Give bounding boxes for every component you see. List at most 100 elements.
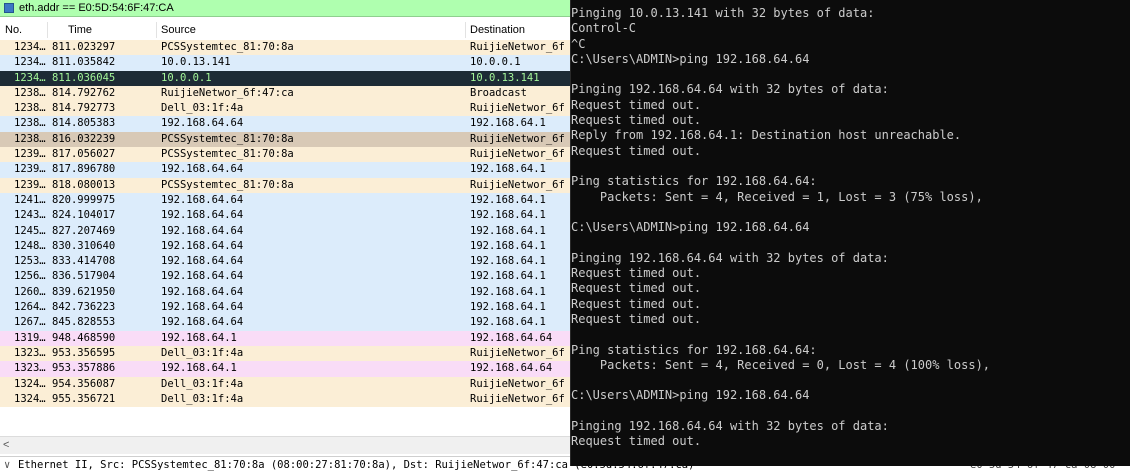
packet-no: 1238… xyxy=(14,102,46,115)
packet-no: 1324… xyxy=(14,392,46,405)
packet-row[interactable]: 1248… 830.310640 192.168.64.64 192.168.64.1 xyxy=(0,238,570,255)
packet-row[interactable]: 1238… 816.032239 PCSSystemtec_81:70:8a Ruij… xyxy=(0,131,570,148)
packet-no: 1323… xyxy=(14,346,46,359)
packet-time: 814.792773 xyxy=(52,102,116,115)
packet-row[interactable]: 1234… 811.023297 PCSSystemtec_81:70:8a Ruij… xyxy=(0,40,570,56)
packet-row[interactable]: 1234… 811.035842 10.0.13.141 10.0.0.1 xyxy=(0,55,570,71)
packet-row[interactable]: 1245… 827.207469 192.168.64.64 192.168.64.1 xyxy=(0,223,570,239)
packet-row[interactable]: 1324… 955.356721 Dell_03:1f:4a RuijieNetwor… xyxy=(0,391,570,408)
packet-destination: 192.168.64.1 xyxy=(470,255,546,268)
packet-row[interactable]: 1253… 833.414708 192.168.64.64 192.168.64.1 xyxy=(0,254,570,270)
packet-destination: 192.168.64.1 xyxy=(470,316,546,329)
packet-row[interactable]: 1239… 817.896780 192.168.64.64 192.168.64.1 xyxy=(0,162,570,178)
packet-no: 1324… xyxy=(14,377,46,390)
packet-no: 1239… xyxy=(14,148,46,161)
packet-row[interactable]: 1324… 954.356087 Dell_03:1f:4a RuijieNetwor… xyxy=(0,376,570,392)
console-line: Control-C xyxy=(571,21,637,36)
packet-time: 814.792762 xyxy=(52,86,116,99)
packet-source: 192.168.64.1 xyxy=(161,362,237,375)
console-line: Request timed out. xyxy=(571,143,702,158)
packet-source: Dell_03:1f:4a xyxy=(161,377,244,390)
packet-time: 814.805383 xyxy=(52,117,116,130)
display-filter-input[interactable]: eth.addr == E0:5D:54:6F:47:CA xyxy=(19,2,174,14)
packet-row[interactable]: 1243… 824.104017 192.168.64.64 192.168.64.1 xyxy=(0,208,570,224)
packet-source: 192.168.64.64 xyxy=(161,270,244,283)
packet-no: 1319… xyxy=(14,331,46,344)
chevron-down-icon[interactable]: ∨ xyxy=(4,457,10,474)
packet-destination: RuijieNetwor_6f xyxy=(470,346,565,359)
console-line: Ping statistics for 192.168.64.64: xyxy=(571,342,817,357)
packet-no: 1239… xyxy=(14,178,46,191)
packet-row[interactable]: 1238… 814.805383 192.168.64.64 192.168.64.1 xyxy=(0,116,570,132)
packet-time: 845.828553 xyxy=(52,316,116,329)
chevron-left-icon[interactable]: < xyxy=(3,439,9,451)
packet-time: 817.896780 xyxy=(52,163,116,176)
packet-time: 839.621950 xyxy=(52,285,116,298)
packet-row[interactable]: 1238… 814.792762 RuijieNetwor_6f:47:ca Broa… xyxy=(0,85,570,102)
bookmark-icon[interactable] xyxy=(4,3,14,13)
packet-row[interactable]: 1264… 842.736223 192.168.64.64 192.168.64.1 xyxy=(0,300,570,316)
packet-row[interactable]: 1241… 820.999975 192.168.64.64 192.168.64.1 xyxy=(0,192,570,209)
packet-destination: RuijieNetwor_6f xyxy=(470,102,565,115)
packet-destination: 10.0.13.141 xyxy=(470,71,540,84)
packet-time: 816.032239 xyxy=(52,132,116,145)
column-header-source[interactable]: Source xyxy=(161,24,196,36)
console-line: Pinging 192.168.64.64 with 32 bytes of d… xyxy=(571,82,889,97)
display-filter-bar[interactable]: eth.addr == E0:5D:54:6F:47:CA xyxy=(0,0,570,17)
packet-row[interactable]: 1256… 836.517904 192.168.64.64 192.168.64.1 xyxy=(0,269,570,285)
packet-no: 1238… xyxy=(14,132,46,145)
packet-destination: RuijieNetwor_6f xyxy=(470,178,565,191)
packet-row[interactable]: 1319… 948.468590 192.168.64.1 192.168.64.64 xyxy=(0,330,570,346)
packet-no: 1241… xyxy=(14,193,46,206)
command-prompt-window[interactable]: Pinging 10.0.13.141 with 32 bytes of dat… xyxy=(570,0,1130,466)
column-header-no[interactable]: No. xyxy=(5,24,22,36)
packet-time: 955.356721 xyxy=(52,392,116,405)
console-line: ^C xyxy=(571,36,586,51)
packet-row[interactable]: 1260… 839.621950 192.168.64.64 192.168.64.1 xyxy=(0,284,570,301)
packet-row[interactable]: 1323… 953.356595 Dell_03:1f:4a RuijieNetwor… xyxy=(0,345,570,362)
packet-row[interactable]: 1239… 818.080013 PCSSystemtec_81:70:8a Ruij… xyxy=(0,177,570,193)
packet-time: 820.999975 xyxy=(52,193,116,206)
packet-source: 192.168.64.64 xyxy=(161,255,244,268)
packet-source: PCSSystemtec_81:70:8a xyxy=(161,178,294,191)
packet-no: 1248… xyxy=(14,239,46,252)
console-line: Request timed out. xyxy=(571,97,702,112)
packet-row[interactable]: 1238… 814.792773 Dell_03:1f:4a RuijieNetwor… xyxy=(0,101,570,117)
packet-time: 953.357886 xyxy=(52,362,116,375)
packet-destination: 192.168.64.1 xyxy=(470,224,546,237)
packet-no: 1243… xyxy=(14,209,46,222)
console-line: Request timed out. xyxy=(571,434,702,449)
packet-list[interactable]: 1234… 811.023297 PCSSystemtec_81:70:8a Ruij… xyxy=(0,40,570,436)
packet-no: 1256… xyxy=(14,270,46,283)
packet-destination: Broadcast xyxy=(470,86,527,99)
horizontal-scrollbar[interactable]: < xyxy=(0,436,570,454)
packet-source: PCSSystemtec_81:70:8a xyxy=(161,148,294,161)
packet-no: 1253… xyxy=(14,255,46,268)
packet-no: 1264… xyxy=(14,301,46,314)
console-line: Pinging 10.0.13.141 with 32 bytes of dat… xyxy=(571,6,875,20)
packet-destination: RuijieNetwor_6f xyxy=(470,41,565,53)
console-line: Packets: Sent = 4, Received = 0, Lost = … xyxy=(571,357,991,372)
packet-source: 192.168.64.64 xyxy=(161,316,244,329)
packet-destination: 192.168.64.64 xyxy=(470,331,553,344)
console-line: C:\Users\ADMIN>ping 192.168.64.64 xyxy=(571,220,810,235)
column-header-destination[interactable]: Destination xyxy=(470,24,525,36)
packet-row[interactable]: 1239… 817.056027 PCSSystemtec_81:70:8a Ruij… xyxy=(0,147,570,163)
packet-source: Dell_03:1f:4a xyxy=(161,102,244,115)
packet-source: 192.168.64.64 xyxy=(161,117,244,130)
packet-row[interactable]: 1267… 845.828553 192.168.64.64 192.168.64.1 xyxy=(0,315,570,331)
packet-source: Dell_03:1f:4a xyxy=(161,392,244,405)
packet-destination: 192.168.64.1 xyxy=(470,163,546,176)
packet-row[interactable]: 1323… 953.357886 192.168.64.1 192.168.64.64 xyxy=(0,361,570,377)
packet-source: 192.168.64.64 xyxy=(161,193,244,206)
packet-row[interactable]: 1234… 811.036045 10.0.0.1 10.0.13.141 xyxy=(0,70,570,86)
column-header-time[interactable]: Time xyxy=(68,24,92,36)
packet-destination: RuijieNetwor_6f xyxy=(470,392,565,405)
packet-time: 833.414708 xyxy=(52,255,116,268)
packet-time: 953.356595 xyxy=(52,346,116,359)
packet-time: 824.104017 xyxy=(52,209,116,222)
